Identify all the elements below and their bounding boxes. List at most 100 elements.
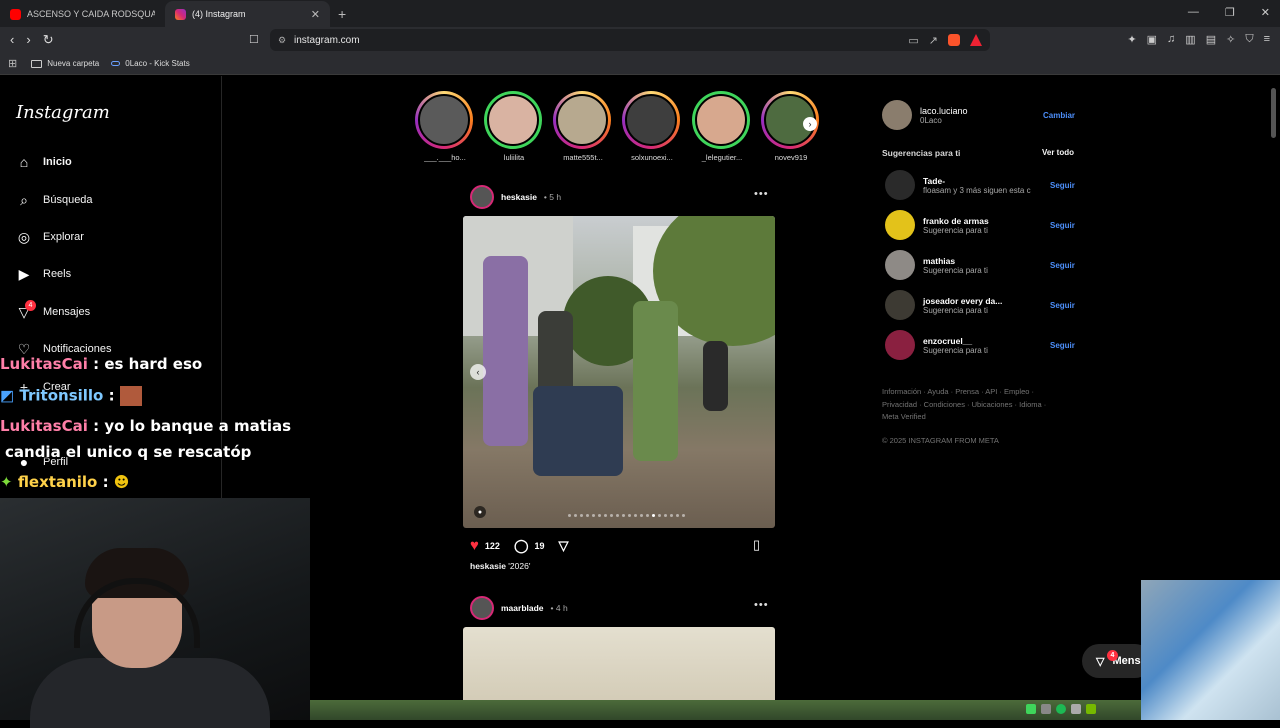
photo-prev-button[interactable]: ‹ [470,364,486,380]
switch-account-link[interactable]: Cambiar [1043,111,1075,120]
restore-icon[interactable]: ❐ [1225,6,1235,19]
tab-bar: ASCENSO Y CAIDA RODSQUARE - Yo (4) Insta… [0,0,1280,27]
minimize-icon[interactable]: — [1188,6,1199,19]
follow-button[interactable]: Seguir [1050,181,1075,190]
post-username[interactable]: heskasie [501,192,537,202]
post-username[interactable]: maarblade [501,603,544,613]
more-options-icon[interactable]: ••• [754,188,769,200]
avatar[interactable] [885,210,915,240]
screenshot-icon[interactable]: ▣ [1147,33,1157,46]
heart-icon[interactable]: ♥ [470,537,479,554]
suggestion-username[interactable]: enzocruel__ [923,336,988,346]
back-icon[interactable]: ‹ [10,32,14,48]
tab-instagram[interactable]: (4) Instagram ✕ [165,1,330,27]
apps-icon[interactable]: ⊞ [8,57,17,70]
scrollbar[interactable] [1271,88,1276,138]
story-item[interactable]: _lelegutier... [692,91,752,162]
bookmark-label: 0Laco - Kick Stats [125,59,190,68]
address-bar[interactable]: ⚙ instagram.com ▭ ↗ [270,29,990,51]
chat-text: candia el unico q se rescatóp [5,443,252,461]
tab-youtube[interactable]: ASCENSO Y CAIDA RODSQUARE - Yo [0,1,165,27]
share-icon[interactable]: ▽ [559,538,569,554]
spotify-icon[interactable] [1056,704,1066,714]
story-item[interactable]: matte555t... [553,91,613,162]
story-username: _lelegutier... [701,153,743,162]
avatar[interactable] [885,330,915,360]
avatar[interactable] [882,100,912,130]
sidebar-icon[interactable]: ▥ [1185,33,1195,46]
current-username[interactable]: laco.luciano [920,106,968,116]
chat-separator: : [97,473,114,491]
bookmark-folder[interactable]: Nueva carpeta [31,59,99,68]
reload-icon[interactable]: ↻ [43,32,54,48]
forward-icon[interactable]: › [26,32,30,48]
menu-icon[interactable]: ≡ [1264,33,1270,46]
nvidia-icon[interactable] [1086,704,1096,714]
follow-button[interactable]: Seguir [1050,341,1075,350]
emote-icon [119,386,142,406]
comment-icon[interactable]: ◯ [514,538,529,554]
story-item[interactable]: luliilita [484,91,544,162]
story-item[interactable]: solxunoexi... [622,91,682,162]
footer-line[interactable]: Información · Ayuda · Prensa · API · Emp… [882,386,1082,399]
suggestion-subtitle: Sugerencia para ti [923,345,988,355]
avatar[interactable] [470,596,494,620]
tagged-user-icon[interactable]: ● [474,506,486,518]
post-header: maarblade • 4 h [470,596,568,620]
story-avatar [418,94,470,146]
wallet-icon[interactable]: ▤ [1206,33,1216,46]
nav-messages[interactable]: ▽ 4 Mensajes [16,300,90,320]
nav-search[interactable]: ⌕ Búsqueda [16,192,92,208]
extensions-icon[interactable]: ✦ [1127,33,1136,46]
nav-home[interactable]: ⌂ Inicio [16,154,72,170]
avatar[interactable] [885,250,915,280]
see-all-link[interactable]: Ver todo [1042,148,1074,157]
follow-button[interactable]: Seguir [1050,301,1075,310]
avatar[interactable] [470,185,494,209]
tray-icon[interactable] [1041,704,1051,714]
suggestion-username[interactable]: Tade- [923,176,1031,186]
bookmark-icon[interactable]: ☐ [249,33,259,46]
more-options-icon[interactable]: ••• [754,599,769,611]
suggestion-username[interactable]: franko de armas [923,216,989,226]
footer-line[interactable]: Meta Verified [882,411,1082,424]
kick-icon [111,61,121,66]
story-item[interactable]: ___.___ho... [415,91,475,162]
bookmark-kick-stats[interactable]: 0Laco - Kick Stats [111,59,190,68]
url-text: instagram.com [294,34,360,46]
site-settings-icon[interactable]: ⚙ [278,35,286,46]
stories-next-button[interactable]: › [803,117,817,131]
messages-badge: 4 [25,300,36,311]
share-icon[interactable]: ↗ [929,34,938,47]
tray-icon[interactable] [1071,704,1081,714]
music-icon[interactable]: ♫ [1167,33,1175,46]
footer-line[interactable]: Privacidad · Condiciones · Ubicaciones ·… [882,399,1082,412]
new-tab-button[interactable]: + [338,6,346,22]
follow-button[interactable]: Seguir [1050,261,1075,270]
chat-username: flextanilo [17,473,98,491]
avatar[interactable] [885,170,915,200]
compass-icon: ◎ [17,228,31,245]
close-window-icon[interactable]: ✕ [1261,6,1270,19]
story-avatar [556,94,608,146]
brave-shields-icon[interactable] [948,34,960,46]
tray-icon[interactable] [1026,704,1036,714]
tab-title: (4) Instagram [192,9,246,19]
cast-icon[interactable]: ▭ [908,34,918,47]
post-image[interactable] [463,216,775,528]
chat-separator: : [103,386,120,405]
leo-icon[interactable]: ✧ [1226,33,1235,46]
instagram-logo[interactable]: Instagram [16,102,110,123]
bookmark-icon[interactable]: ▯ [753,537,760,553]
suggestion-username[interactable]: joseador every da... [923,296,1002,306]
nav-explore[interactable]: ◎ Explorar [16,229,84,245]
brave-rewards-icon[interactable] [970,34,982,46]
vpn-icon[interactable]: ⛉ [1245,33,1253,46]
suggestion-item: joseador every da... Sugerencia para ti [885,290,1002,320]
suggestion-username[interactable]: mathias [923,256,988,266]
close-tab-icon[interactable]: ✕ [311,8,320,21]
follow-button[interactable]: Seguir [1050,221,1075,230]
avatar[interactable] [885,290,915,320]
caption-username[interactable]: heskasie [470,561,506,571]
nav-reels[interactable]: ▶ Reels [16,266,72,282]
